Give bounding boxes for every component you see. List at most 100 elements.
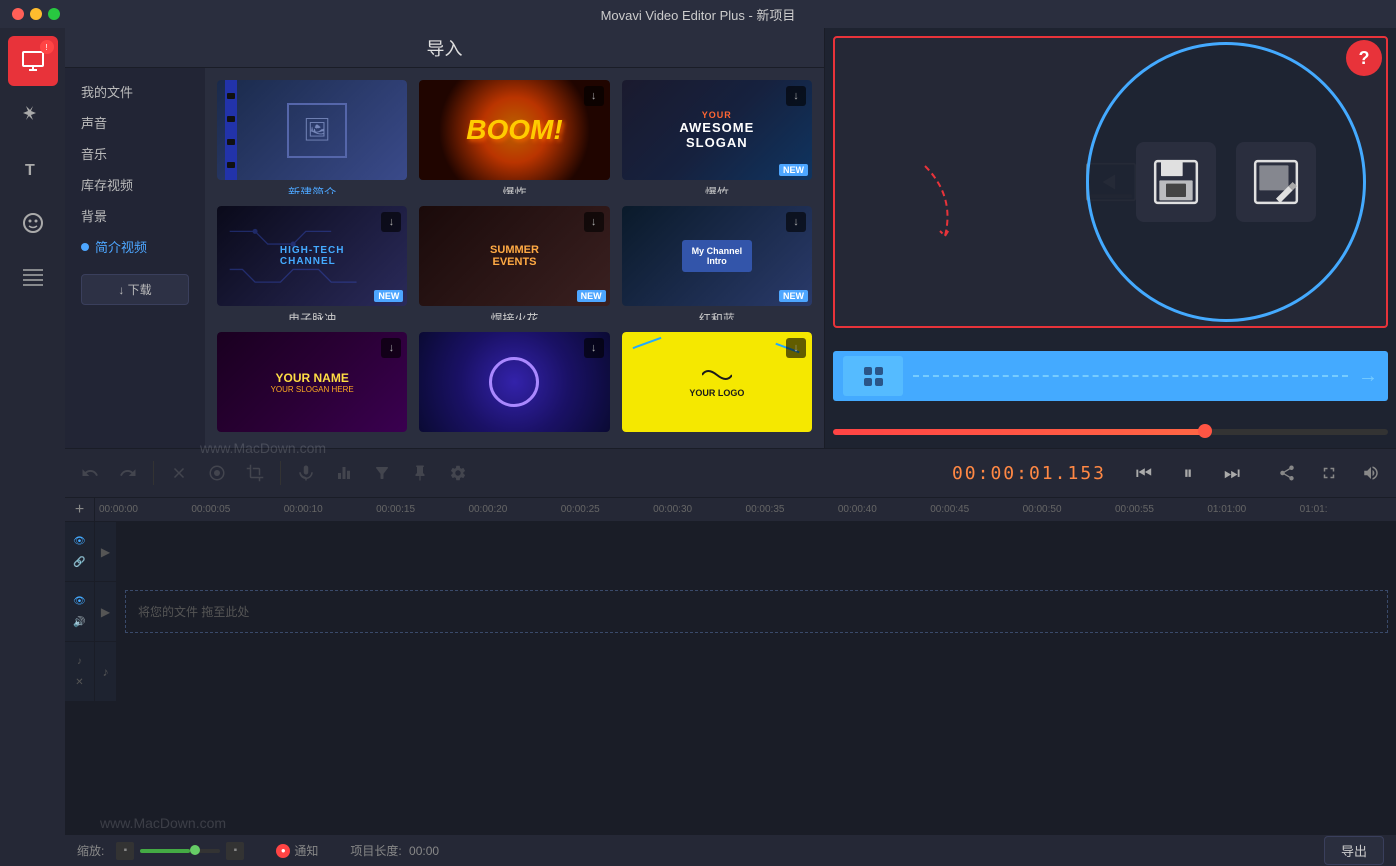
- track-row-1: 👁 🔗 ▶: [65, 522, 1396, 582]
- template-card-7[interactable]: YOUR NAME YOUR SLOGAN HERE ↓: [217, 332, 407, 436]
- template-label-4: 电子脉冲: [217, 310, 407, 320]
- track-row-2: 👁 🔊 ▶ 将您的文件 拖至此处: [65, 582, 1396, 642]
- color-btn[interactable]: [200, 456, 234, 490]
- tick-25: 00:00:25: [561, 504, 653, 515]
- left-sidebar: ! T: [0, 28, 65, 866]
- template-card-2[interactable]: BOOM! ↓ 爆炸: [419, 80, 609, 194]
- tick-45: 00:00:45: [930, 504, 1022, 515]
- audio-track-icon-3: ♪: [103, 665, 109, 679]
- progress-bar[interactable]: [833, 429, 1388, 435]
- template-card-4[interactable]: HIGH-TECHCHANNEL ↓ NEW 电子脉冲: [217, 206, 407, 320]
- undo-btn[interactable]: [73, 456, 107, 490]
- new-badge-3: NEW: [779, 164, 808, 176]
- download-button[interactable]: ↓ 下载: [81, 274, 189, 305]
- sidebar-icon-stickers[interactable]: [8, 198, 58, 248]
- tick-0: 00:00:00: [99, 504, 191, 515]
- track-lock-1[interactable]: 🔗: [71, 553, 89, 571]
- pin-btn[interactable]: [403, 456, 437, 490]
- nav-my-files[interactable]: 我的文件: [65, 76, 205, 107]
- track-eye-2[interactable]: 👁: [71, 592, 89, 610]
- sidebar-icon-magic[interactable]: [8, 90, 58, 140]
- track-controls-1: 👁 🔗: [65, 522, 95, 581]
- nav-background[interactable]: 背景: [65, 200, 205, 231]
- track-side-1: ▶: [95, 522, 117, 581]
- crop-btn[interactable]: [238, 456, 272, 490]
- nav-music[interactable]: 音乐: [65, 138, 205, 169]
- logo-deco: [632, 337, 661, 349]
- template-card-6[interactable]: My ChannelIntro ↓ NEW 红和蓝: [622, 206, 812, 320]
- notify-dot: ●: [276, 844, 290, 858]
- play-pause-btn[interactable]: ⏸: [1170, 455, 1206, 491]
- template-card-3[interactable]: YOUR AWESOME SLOGAN ↓ NEW 爆竹: [622, 80, 812, 194]
- notify-badge[interactable]: ● 通知: [276, 842, 318, 859]
- export-button[interactable]: 导出: [1324, 836, 1384, 865]
- track-content-2[interactable]: 将您的文件 拖至此处: [117, 582, 1396, 641]
- sidebar-icon-import[interactable]: !: [8, 36, 58, 86]
- audio-btn[interactable]: [289, 456, 323, 490]
- timeline-ruler: + 00:00:00 00:00:05 00:00:10 00:00:15 00…: [65, 498, 1396, 522]
- template-card-1[interactable]: 🖼 新建简介: [217, 80, 407, 194]
- new-badge-4: NEW: [374, 290, 403, 302]
- edit-project-btn[interactable]: [1236, 142, 1316, 222]
- filter-btn[interactable]: [365, 456, 399, 490]
- skip-forward-btn[interactable]: ⏭: [1214, 455, 1250, 491]
- track-lock-2[interactable]: 🔊: [71, 613, 89, 631]
- settings-btn[interactable]: [441, 456, 475, 490]
- track-music-3[interactable]: ♪: [71, 652, 89, 670]
- preview-panel: →: [825, 28, 1396, 448]
- tick-50: 00:00:50: [1023, 504, 1115, 515]
- download-badge-9: ↓: [786, 338, 806, 358]
- template-card-9[interactable]: YOUR LOGO ↓: [622, 332, 812, 436]
- track-content-1[interactable]: [117, 522, 1396, 581]
- volume-btn[interactable]: [1354, 456, 1388, 490]
- track-controls-3: ♪ ✕: [65, 642, 95, 701]
- timeline-tracks: 👁 🔗 ▶ 👁 🔊 ▶: [65, 522, 1396, 834]
- zoom-in-btn[interactable]: ▪: [226, 842, 244, 860]
- template-card-8[interactable]: ↓: [419, 332, 609, 436]
- nav-audio[interactable]: 声音: [65, 107, 205, 138]
- dashed-line: [913, 375, 1348, 377]
- cut-btn[interactable]: [162, 456, 196, 490]
- track-content-3[interactable]: [117, 642, 1396, 701]
- sidebar-icon-transitions[interactable]: [8, 252, 58, 302]
- equalizer-btn[interactable]: [327, 456, 361, 490]
- add-track-btn[interactable]: +: [65, 498, 95, 522]
- playback-controls: ⏮ ⏸ ⏭: [1126, 455, 1250, 491]
- download-badge-8: ↓: [584, 338, 604, 358]
- nav-intro-video[interactable]: 简介视频: [65, 231, 205, 262]
- fullscreen-btn[interactable]: [1312, 456, 1346, 490]
- track-eye-1[interactable]: 👁: [71, 532, 89, 550]
- zoom-thumb[interactable]: [190, 845, 200, 855]
- progress-thumb[interactable]: [1198, 424, 1212, 438]
- zoom-label: 缩放:: [77, 842, 104, 859]
- minimize-btn[interactable]: [30, 8, 42, 20]
- save-project-btn[interactable]: [1136, 142, 1216, 222]
- tutorial-circle: [1086, 42, 1366, 322]
- nav-stock-video[interactable]: 库存视频: [65, 169, 205, 200]
- import-nav: 我的文件 声音 音乐 库存视频 背景 简介视频 ↓ 下载: [65, 68, 205, 448]
- skip-back-btn[interactable]: ⏮: [1126, 455, 1162, 491]
- progress-fill: [833, 429, 1205, 435]
- toolbar-sep-1: [153, 461, 154, 485]
- zoom-out-btn[interactable]: ▪: [116, 842, 134, 860]
- share-btn[interactable]: [1270, 456, 1304, 490]
- close-btn[interactable]: [12, 8, 24, 20]
- tutorial-overlay: [1056, 28, 1396, 336]
- sidebar-icon-titles[interactable]: T: [8, 144, 58, 194]
- tick-5: 00:00:05: [191, 504, 283, 515]
- tick-15: 00:00:15: [376, 504, 468, 515]
- active-dot: [81, 243, 89, 251]
- drop-zone[interactable]: 将您的文件 拖至此处: [125, 590, 1388, 633]
- zoom-fill: [140, 849, 190, 853]
- redo-btn[interactable]: [111, 456, 145, 490]
- tick-40: 00:00:40: [838, 504, 930, 515]
- project-length-label: 项目长度:: [350, 844, 401, 858]
- svg-text:T: T: [25, 162, 35, 179]
- help-button[interactable]: ?: [1346, 40, 1382, 76]
- track-mute-3[interactable]: ✕: [71, 673, 89, 691]
- tick-end: 01:01:: [1300, 504, 1392, 515]
- fullscreen-btn[interactable]: [48, 8, 60, 20]
- template-card-5[interactable]: SUMMEREVENTS ↓ NEW 焊接火花: [419, 206, 609, 320]
- tick-10: 00:00:10: [284, 504, 376, 515]
- zoom-slider[interactable]: [140, 849, 220, 853]
